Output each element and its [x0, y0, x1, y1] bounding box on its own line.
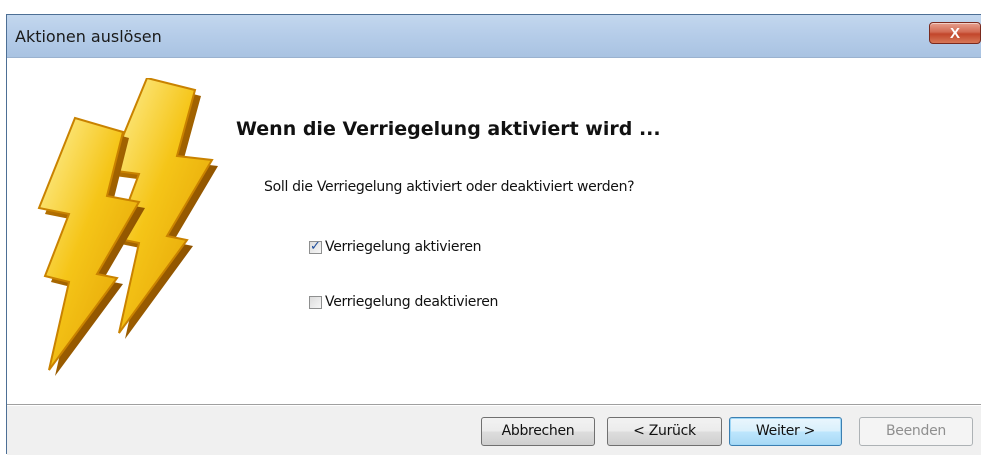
close-button[interactable]: X: [929, 22, 981, 44]
dialog-window: Aktionen auslösen X Wenn die Verriegelun…: [6, 14, 981, 455]
question-text: Soll die Verriegelung aktiviert oder dea…: [264, 179, 635, 195]
page-heading: Wenn die Verriegelung aktiviert wird ...: [236, 118, 661, 140]
option-label: Verriegelung deaktivieren: [325, 294, 499, 310]
option-activate-lock[interactable]: ✓ Verriegelung aktivieren: [309, 238, 482, 255]
button-bar: Abbrechen < Zurück Weiter > Beenden: [7, 406, 981, 455]
back-button[interactable]: < Zurück: [607, 417, 722, 446]
window-title: Aktionen auslösen: [15, 27, 162, 46]
titlebar: Aktionen auslösen X: [7, 15, 981, 58]
dialog-content: Wenn die Verriegelung aktiviert wird ...…: [7, 58, 981, 404]
close-icon: X: [949, 25, 960, 42]
lightning-bolts-icon: [37, 78, 218, 376]
activate-checkbox[interactable]: ✓: [309, 238, 322, 254]
checkmark-icon: ✓: [310, 238, 321, 254]
deactivate-checkbox[interactable]: [309, 295, 322, 309]
cancel-button[interactable]: Abbrechen: [481, 417, 595, 446]
next-button[interactable]: Weiter >: [729, 417, 842, 446]
option-deactivate-lock[interactable]: Verriegelung deaktivieren: [309, 294, 498, 310]
finish-button[interactable]: Beenden: [859, 417, 973, 446]
option-label: Verriegelung aktivieren: [325, 239, 482, 255]
